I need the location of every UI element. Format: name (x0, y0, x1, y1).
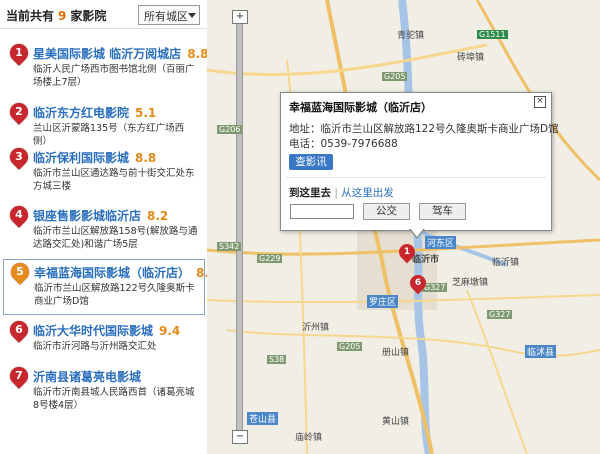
route-from-here-link[interactable]: 从这里出发 (341, 187, 394, 199)
road-label: S342 (217, 242, 242, 251)
district-select[interactable]: 所有城区 (138, 5, 200, 25)
place-label: 庙岭镇 (295, 433, 323, 443)
cinema-address: 临沂市兰山区通达路与前十街交汇处东方城三楼 (33, 168, 195, 192)
cinema-item-2[interactable]: 2 临沂东方红电影院 5.1 兰山区沂蒙路135号（东方红广场西侧） (3, 99, 203, 147)
map-pin-icon: 7 (6, 363, 32, 389)
place-label: 临沭县 (525, 345, 557, 358)
place-label: 河东区 (425, 236, 457, 249)
cinema-count-title: 当前共有 9 家影院 (6, 9, 107, 23)
place-label: 罗庄区 (367, 295, 399, 308)
cinema-score: 8.2 (147, 209, 169, 223)
zoom-out-button[interactable]: − (232, 430, 248, 444)
road-label: G327 (487, 310, 513, 319)
place-label: 苍山县 (247, 412, 279, 425)
place-label: 册山镇 (382, 348, 410, 358)
cinema-item-7[interactable]: 7 沂南县诸葛亮电影城 临沂市沂南县城人民路西首（诸葛亮城8号楼4层） (3, 363, 203, 414)
map-pin-icon: 2 (6, 99, 32, 125)
cinema-count: 9 (58, 9, 67, 23)
cinema-name[interactable]: 银座售影影城临沂店 (33, 209, 141, 223)
cinema-item-1[interactable]: 1 星美国际影城 临沂万阅城店 8.8 临沂人民广场西市图书馆北侧（百丽广场楼上7… (3, 40, 208, 91)
place-label: 临沂市 (412, 255, 440, 265)
chevron-down-icon (188, 13, 196, 18)
place-label: 临沂镇 (492, 258, 520, 268)
place-label: 沂州镇 (302, 323, 330, 333)
map-pin-icon: 3 (6, 144, 32, 170)
place-label: 黄山镇 (382, 417, 410, 427)
list-header: 当前共有 9 家影院 所有城区 (0, 0, 207, 29)
popup-title: 幸福蓝海国际影城（临沂店） (289, 101, 432, 114)
cinema-name[interactable]: 星美国际影城 临沂万阅城店 (33, 47, 181, 61)
close-icon[interactable]: × (534, 96, 546, 108)
cinema-score: 9.4 (159, 324, 181, 338)
road-label: G1511 (477, 30, 508, 39)
place-label: 芝麻墩镇 (452, 278, 489, 288)
cinema-list-panel: 当前共有 9 家影院 所有城区 1 星美国际影城 临沂万阅城店 8.8 临沂人民广场西… (0, 0, 217, 454)
cinema-address: 临沂市沂南县城人民路西首（诸葛亮城8号楼4层） (33, 387, 195, 411)
popup-phone: 电话：0539-7976688 (289, 138, 398, 150)
cinema-address: 临沂人民广场西市图书馆北侧（百丽广场楼上7层） (33, 64, 195, 88)
map-pin-icon: 5 (7, 259, 33, 285)
road-label: G205 (337, 342, 363, 351)
map-marker-1[interactable]: 1 (395, 240, 419, 264)
map-pin-icon: 1 (6, 40, 32, 66)
popup-address: 地址：临沂市兰山区解放路122号久隆奥斯卡商业广场D馆 (289, 123, 559, 135)
route-to-here[interactable]: 到这里去 (289, 187, 331, 199)
cinema-name[interactable]: 临沂保利国际影城 (33, 151, 129, 165)
district-select-value: 所有城区 (144, 10, 188, 23)
cinema-info-popup: 幸福蓝海国际影城（临沂店） × 地址：临沂市兰山区解放路122号久隆奥斯卡商业广… (280, 92, 559, 239)
place-label: 青驼镇 (397, 31, 425, 41)
zoom-in-button[interactable]: + (232, 10, 248, 24)
cinema-item-3[interactable]: 3 临沂保利国际影城 8.8 临沂市兰山区通达路与前十街交汇处东方城三楼 (3, 144, 203, 195)
cinema-item-6[interactable]: 6 临沂大华时代国际影城 9.4 临沂市沂河路与沂州路交汇处 (3, 317, 203, 358)
route-options: 到这里去 | 从这里出发 (289, 187, 394, 199)
cinema-score: 5.1 (135, 106, 157, 120)
cinema-name[interactable]: 幸福蓝海国际影城（临沂店） (34, 266, 190, 280)
cinema-name[interactable]: 临沂东方红电影院 (33, 106, 129, 120)
place-label: 砖埠镇 (457, 53, 485, 63)
zoom-slider[interactable] (236, 22, 243, 434)
road-label: G205 (382, 72, 408, 81)
map-pin-icon: 4 (6, 202, 32, 228)
cinema-address: 临沂市兰山区解放路158号(解放路与通达路交汇处)和谐广场5层 (33, 226, 198, 250)
bus-button[interactable]: 公交 (363, 203, 410, 220)
showtimes-button[interactable]: 查影讯 (289, 154, 333, 170)
cinema-address: 临沂市兰山区解放路122号久隆奥斯卡商业广场D馆 (34, 283, 195, 307)
cinema-address: 临沂市沂河路与沂州路交汇处 (33, 341, 157, 352)
cinema-score: 8.8 (135, 151, 157, 165)
cinema-name[interactable]: 临沂大华时代国际影城 (33, 324, 153, 338)
cinema-item-5-selected[interactable]: 5 幸福蓝海国际影城（临沂店）8.6 临沂市兰山区解放路122号久隆奥斯卡商业广… (3, 259, 217, 315)
cinema-name[interactable]: 沂南县诸葛亮电影城 (33, 370, 141, 384)
road-label: G206 (217, 125, 243, 134)
route-origin-input[interactable] (290, 204, 354, 219)
divider (287, 177, 545, 178)
cinema-item-4[interactable]: 4 银座售影影城临沂店 8.2 临沂市兰山区解放路158号(解放路与通达路交汇处)… (3, 202, 203, 255)
road-label: S38 (267, 355, 287, 364)
map-pin-icon: 6 (6, 317, 32, 343)
cinema-score: 8.8 (187, 47, 209, 61)
road-label: G229 (257, 254, 283, 263)
map-marker-6[interactable]: 6 (406, 271, 430, 295)
car-button[interactable]: 驾车 (419, 203, 466, 220)
